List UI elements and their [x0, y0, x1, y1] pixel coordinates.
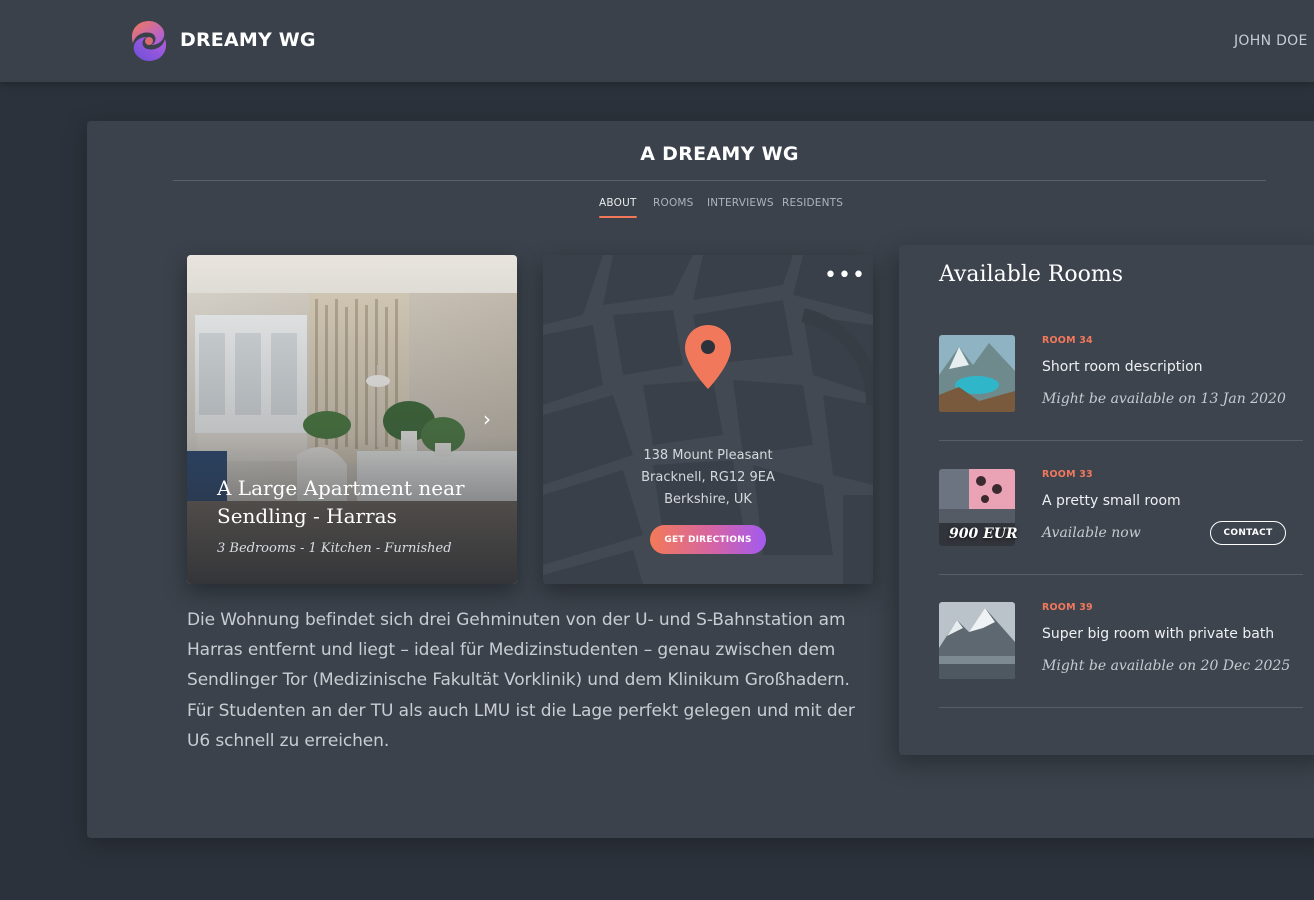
room-thumbnail[interactable]	[939, 602, 1015, 679]
tab-bar: ABOUT ROOMS INTERVIEWS RESIDENTS	[0, 197, 1314, 221]
available-rooms-title: Available Rooms	[939, 262, 1124, 287]
room-divider	[939, 707, 1303, 708]
room-divider	[939, 440, 1303, 441]
room-number: ROOM 34	[1042, 335, 1093, 346]
tab-residents[interactable]: RESIDENTS	[782, 197, 843, 209]
chevron-right-icon[interactable]: ›	[479, 407, 495, 431]
room-price: 900 EUR	[949, 526, 1018, 542]
get-directions-button[interactable]: GET DIRECTIONS	[650, 525, 766, 554]
contact-button[interactable]: CONTACT	[1210, 521, 1286, 545]
title-divider	[173, 180, 1266, 181]
apartment-photo	[187, 255, 517, 584]
tab-about[interactable]: ABOUT	[599, 197, 637, 218]
room-list-item[interactable]: ROOM 34 Short room description Might be …	[939, 335, 1303, 469]
apartment-card[interactable]: › A Large Apartment near Sendling - Harr…	[187, 255, 517, 584]
brand-name[interactable]: DREAMY WG	[180, 29, 316, 51]
page-title: A DREAMY WG	[640, 143, 799, 165]
room-divider	[939, 574, 1303, 575]
address-line-2: Bracknell, RG12 9EA	[641, 470, 775, 485]
user-menu[interactable]: JOHN DOE	[1234, 33, 1308, 49]
room-description: A pretty small room	[1042, 493, 1181, 509]
map-pin-icon	[685, 325, 731, 389]
logo-icon[interactable]	[127, 19, 171, 63]
room-description: Super big room with private bath	[1042, 626, 1275, 642]
room-description: Short room description	[1042, 359, 1203, 375]
tab-interviews[interactable]: INTERVIEWS	[707, 197, 774, 209]
room-list-item[interactable]: 900 EUR ROOM 33 A pretty small room Avai…	[939, 469, 1303, 603]
apartment-title: A Large Apartment near Sendling - Harras	[217, 476, 465, 528]
more-dots-icon[interactable]: •••	[824, 265, 865, 287]
room-availability: Might be available on 13 Jan 2020	[1042, 391, 1286, 407]
location-card: ••• 138 Mount Pleasant Bracknell, RG12 9…	[543, 255, 873, 584]
address-line-3: Berkshire, UK	[664, 492, 752, 507]
room-list-item[interactable]: ROOM 39 Super big room with private bath…	[939, 602, 1303, 736]
room-thumbnail[interactable]	[939, 335, 1015, 412]
apartment-subtitle: 3 Bedrooms - 1 Kitchen - Furnished	[217, 541, 452, 556]
apartment-description: Die Wohnung befindet sich drei Gehminute…	[187, 610, 855, 751]
room-number: ROOM 33	[1042, 469, 1093, 480]
top-bar: DREAMY WG JOHN DOE	[0, 0, 1314, 82]
room-availability: Might be available on 20 Dec 2025	[1042, 658, 1291, 674]
tab-rooms[interactable]: ROOMS	[653, 197, 694, 209]
address-line-1: 138 Mount Pleasant	[643, 448, 773, 463]
address: 138 Mount Pleasant Bracknell, RG12 9EA B…	[543, 445, 873, 511]
room-availability: Available now	[1042, 525, 1141, 541]
room-number: ROOM 39	[1042, 602, 1093, 613]
